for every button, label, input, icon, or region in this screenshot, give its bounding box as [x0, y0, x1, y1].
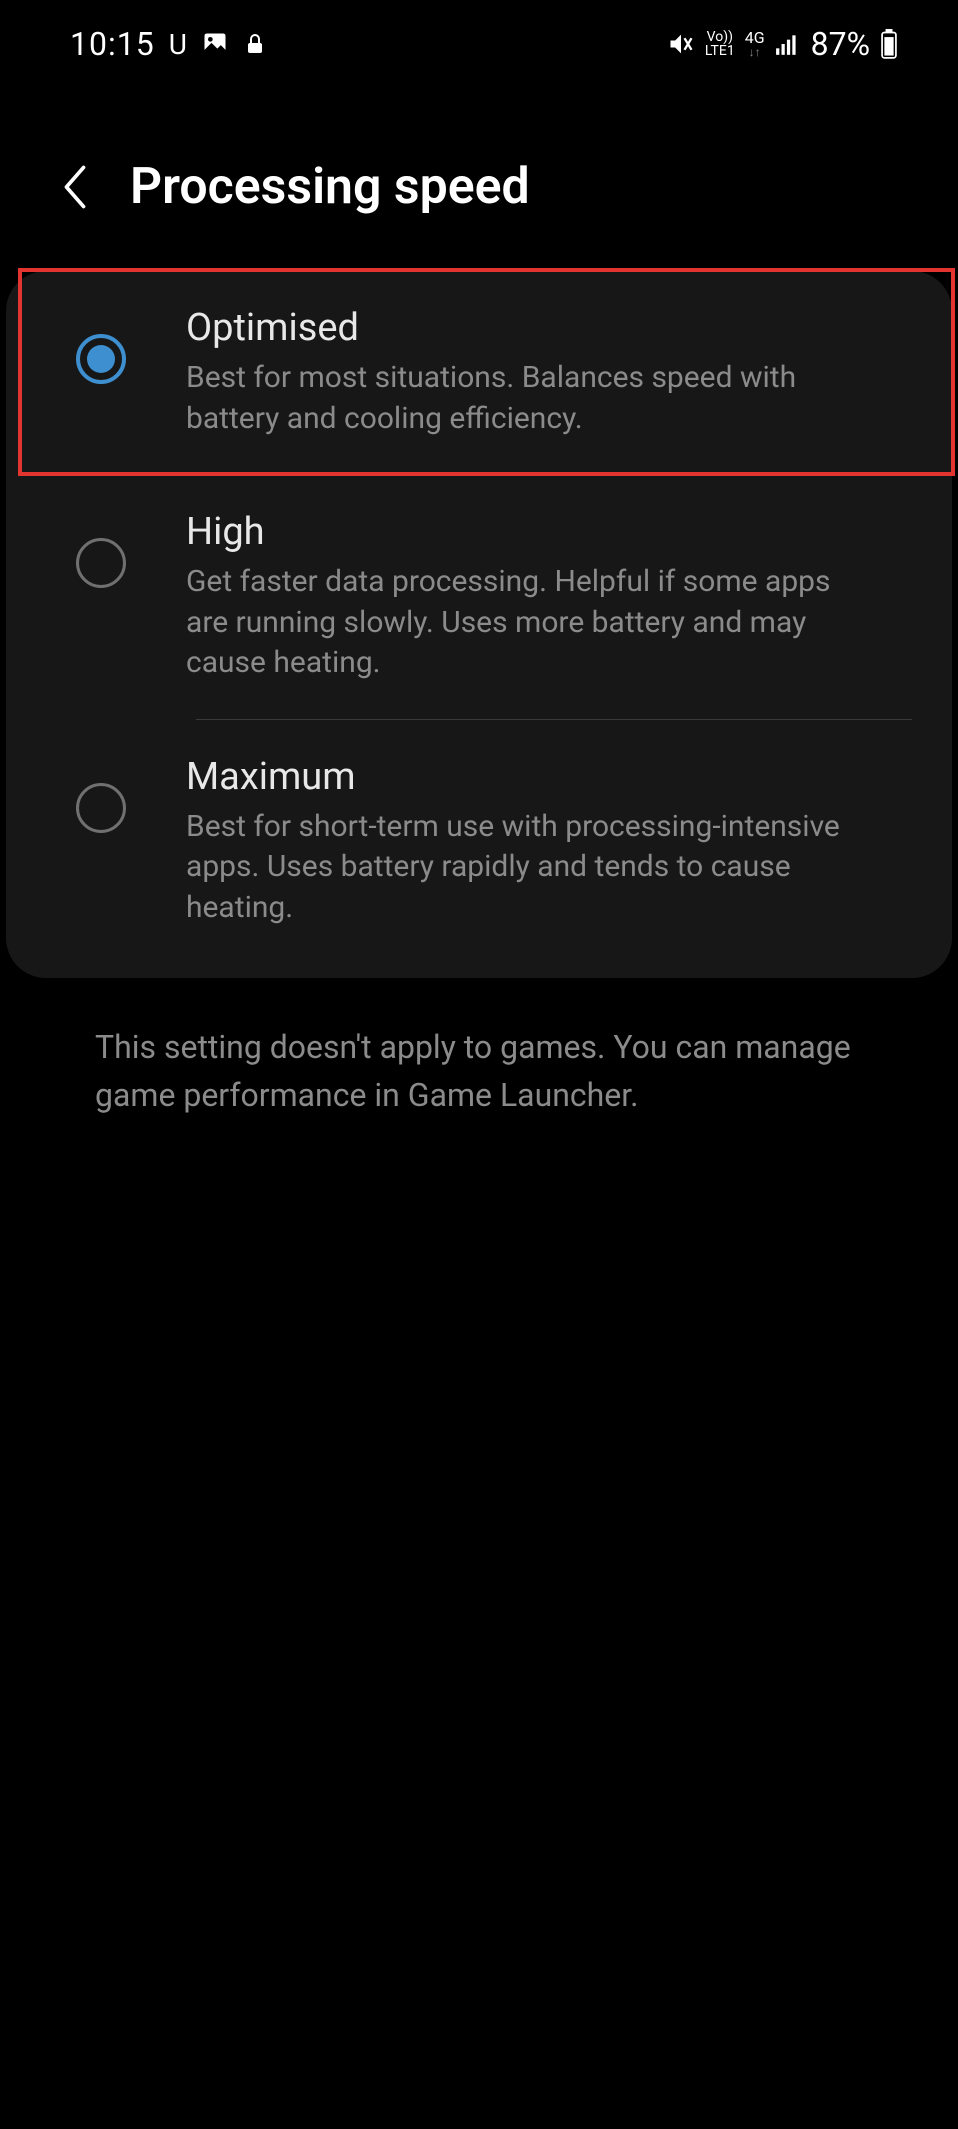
- option-description: Best for most situations. Balances speed…: [186, 358, 877, 439]
- volte-icon: Vo)) LTE1: [705, 30, 735, 58]
- page-title: Processing speed: [130, 158, 530, 216]
- option-optimised[interactable]: Optimised Best for most situations. Bala…: [6, 271, 952, 474]
- back-button[interactable]: [60, 162, 90, 212]
- radio-unselected-icon: [76, 783, 126, 833]
- status-bar-right: Vo)) LTE1 4G ↓↑ 87%: [667, 25, 898, 63]
- network-indicator: 4G ↓↑: [745, 30, 765, 58]
- status-time: 10:15: [70, 25, 155, 63]
- option-title: Optimised: [186, 306, 877, 350]
- status-bar-left: 10:15 U: [70, 25, 267, 63]
- battery-icon: [880, 29, 898, 59]
- option-title: High: [186, 510, 877, 554]
- page-header: Processing speed: [0, 83, 958, 271]
- option-content: Maximum Best for short-term use with pro…: [186, 755, 877, 929]
- lock-icon: [243, 30, 267, 58]
- signal-icon: [775, 33, 801, 55]
- mute-icon: [667, 30, 695, 58]
- gallery-icon: [201, 30, 229, 58]
- option-maximum[interactable]: Maximum Best for short-term use with pro…: [6, 720, 952, 979]
- radio-selected-icon: [76, 334, 126, 384]
- footer-note: This setting doesn't apply to games. You…: [0, 978, 958, 1164]
- option-content: Optimised Best for most situations. Bala…: [186, 306, 877, 439]
- status-bar: 10:15 U Vo)) LTE1 4G ↓↑ 87%: [0, 0, 958, 83]
- option-description: Get faster data processing. Helpful if s…: [186, 562, 877, 684]
- option-high[interactable]: High Get faster data processing. Helpful…: [6, 475, 952, 719]
- radio-unselected-icon: [76, 538, 126, 588]
- options-card: Optimised Best for most situations. Bala…: [6, 271, 952, 978]
- app-indicator-icon: U: [169, 28, 187, 61]
- option-content: High Get faster data processing. Helpful…: [186, 510, 877, 684]
- option-description: Best for short-term use with processing-…: [186, 807, 877, 929]
- option-title: Maximum: [186, 755, 877, 799]
- battery-percent: 87%: [811, 25, 870, 63]
